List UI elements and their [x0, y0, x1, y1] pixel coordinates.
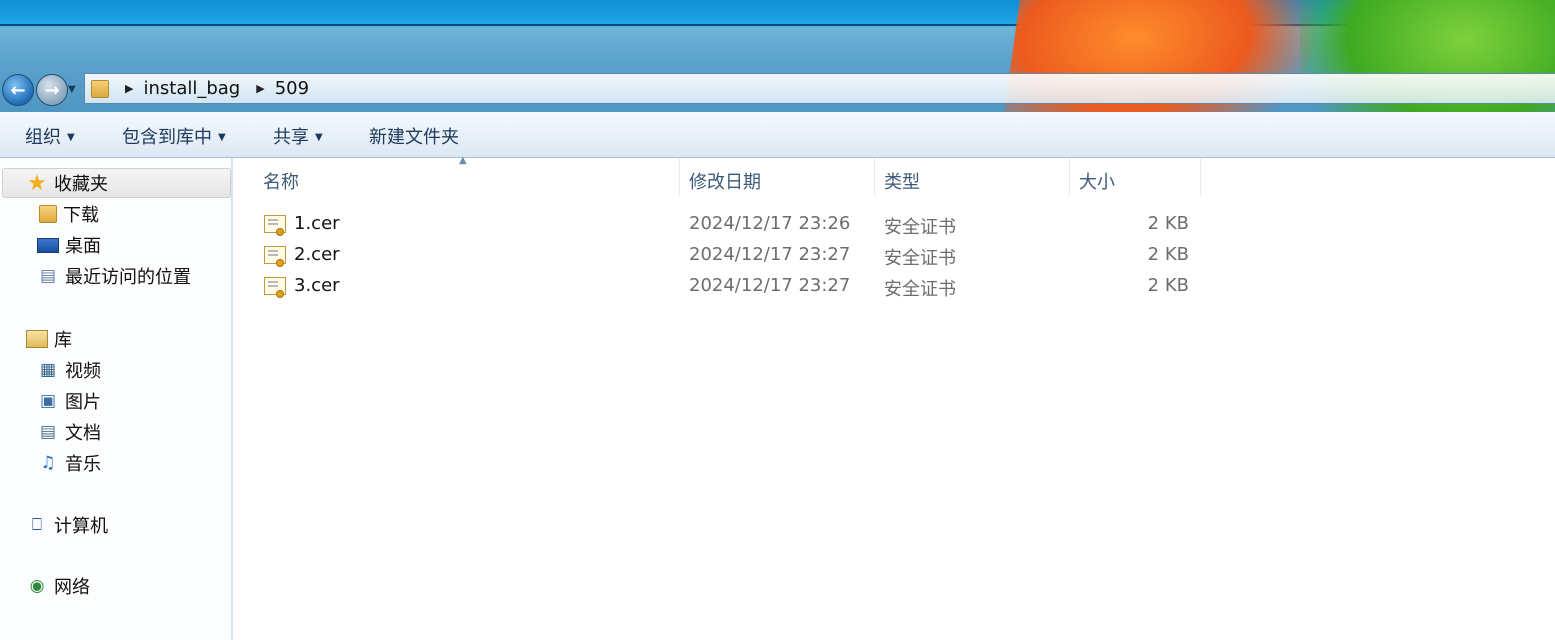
column-header-name[interactable]: 名称	[263, 168, 299, 194]
file-row[interactable]: 3.cer 2024/12/17 23:27 安全证书 2 KB	[233, 271, 1555, 302]
file-name: 3.cer	[294, 275, 340, 296]
file-name-cell[interactable]: 3.cer	[264, 275, 340, 298]
breadcrumb-arrow-icon[interactable]: ▶	[125, 82, 133, 95]
nav-item-label: 计算机	[54, 516, 108, 537]
nav-item-documents[interactable]: ▤ 文档	[37, 418, 101, 446]
file-name: 2.cer	[294, 244, 340, 265]
column-header-type[interactable]: 类型	[884, 168, 920, 194]
chevron-down-icon: ▼	[67, 132, 75, 143]
nav-item-label: 库	[54, 330, 72, 351]
chevron-down-icon: ▼	[315, 132, 323, 143]
nav-item-favorites[interactable]: ★ 收藏夹	[26, 169, 108, 197]
sort-ascending-icon: ▲	[459, 155, 467, 166]
picture-icon: ▣	[39, 391, 57, 411]
file-list: ▲ 名称 修改日期 类型 大小 1.cer 2024/12/17 23:26 安…	[233, 155, 1555, 640]
file-name: 1.cer	[294, 213, 340, 234]
share-label: 共享	[273, 127, 309, 148]
breadcrumb-509[interactable]: 509	[275, 78, 309, 99]
file-size: 2 KB	[1147, 275, 1189, 296]
nav-item-label: 下载	[63, 205, 99, 226]
include-in-library-menu[interactable]: 包含到库中 ▼	[122, 123, 226, 149]
folder-icon	[91, 79, 109, 98]
document-icon: ▤	[39, 422, 57, 442]
forward-arrow-icon: →	[44, 79, 60, 101]
breadcrumb-install-bag[interactable]: install_bag	[143, 78, 240, 99]
navigation-pane: ★ 收藏夹 下载 桌面 ▤ 最近访问的位置 库 ▦ 视频 ▣ 图片 ▤ 文档 ♫…	[0, 158, 233, 640]
column-header-size[interactable]: 大小	[1079, 168, 1115, 194]
column-divider[interactable]	[1200, 158, 1201, 196]
nav-item-label: 图片	[65, 392, 101, 413]
chevron-down-icon: ▼	[218, 132, 226, 143]
nav-item-desktop[interactable]: 桌面	[37, 231, 101, 259]
nav-item-music[interactable]: ♫ 音乐	[37, 449, 101, 477]
nav-item-videos[interactable]: ▦ 视频	[37, 356, 101, 384]
nav-item-label: 收藏夹	[54, 174, 108, 195]
organize-label: 组织	[25, 127, 61, 148]
downloads-folder-icon	[39, 205, 57, 223]
recent-places-icon: ▤	[39, 266, 57, 286]
new-folder-label: 新建文件夹	[369, 127, 459, 148]
recent-pages-dropdown[interactable]: ▼	[68, 84, 76, 95]
window-title-bar: ← → ▼ ▶ install_bag ▶ 509	[0, 0, 1555, 112]
breadcrumb-arrow-icon[interactable]: ▶	[256, 82, 264, 95]
organize-menu[interactable]: 组织 ▼	[25, 123, 75, 149]
computer-icon: ⎕	[31, 515, 43, 535]
nav-item-label: 桌面	[65, 236, 101, 257]
nav-item-label: 音乐	[65, 454, 101, 475]
certificate-icon	[264, 276, 286, 298]
file-size: 2 KB	[1147, 244, 1189, 265]
file-type: 安全证书	[884, 217, 956, 238]
back-button[interactable]: ←	[2, 74, 34, 106]
share-menu[interactable]: 共享 ▼	[273, 123, 323, 149]
file-name-cell[interactable]: 2.cer	[264, 244, 340, 267]
nav-item-label: 网络	[54, 577, 90, 598]
nav-item-label: 最近访问的位置	[65, 267, 191, 288]
library-icon	[26, 330, 48, 348]
command-bar: 组织 ▼ 包含到库中 ▼ 共享 ▼ 新建文件夹	[0, 112, 1555, 158]
network-globe-icon: ◉	[29, 576, 45, 596]
address-bar[interactable]: ▶ install_bag ▶ 509	[84, 73, 1555, 104]
include-in-library-label: 包含到库中	[122, 127, 212, 148]
file-size: 2 KB	[1147, 213, 1189, 234]
column-divider[interactable]	[1069, 158, 1070, 196]
column-divider[interactable]	[874, 158, 875, 196]
nav-item-network[interactable]: ◉ 网络	[26, 572, 90, 600]
star-icon: ★	[27, 170, 47, 196]
file-date: 2024/12/17 23:26	[689, 213, 851, 234]
file-date: 2024/12/17 23:27	[689, 244, 851, 265]
file-type: 安全证书	[884, 279, 956, 300]
file-row[interactable]: 1.cer 2024/12/17 23:26 安全证书 2 KB	[233, 209, 1555, 240]
nav-item-pictures[interactable]: ▣ 图片	[37, 387, 101, 415]
nav-item-label: 视频	[65, 361, 101, 382]
back-arrow-icon: ←	[10, 79, 26, 101]
column-header-date[interactable]: 修改日期	[689, 168, 761, 194]
nav-item-recent-places[interactable]: ▤ 最近访问的位置	[37, 262, 191, 290]
music-icon: ♫	[40, 453, 56, 473]
nav-item-computer[interactable]: ⎕ 计算机	[26, 511, 108, 539]
file-date: 2024/12/17 23:27	[689, 275, 851, 296]
nav-item-libraries[interactable]: 库	[26, 325, 72, 353]
video-icon: ▦	[39, 360, 57, 380]
file-name-cell[interactable]: 1.cer	[264, 213, 340, 236]
certificate-icon	[264, 214, 286, 236]
nav-item-label: 文档	[65, 423, 101, 444]
nav-item-downloads[interactable]: 下载	[37, 200, 99, 228]
forward-button[interactable]: →	[36, 74, 68, 106]
column-divider[interactable]	[679, 158, 680, 196]
file-row[interactable]: 2.cer 2024/12/17 23:27 安全证书 2 KB	[233, 240, 1555, 271]
desktop-icon	[37, 237, 59, 253]
file-type: 安全证书	[884, 248, 956, 269]
certificate-icon	[264, 245, 286, 267]
new-folder-button[interactable]: 新建文件夹	[369, 123, 459, 149]
